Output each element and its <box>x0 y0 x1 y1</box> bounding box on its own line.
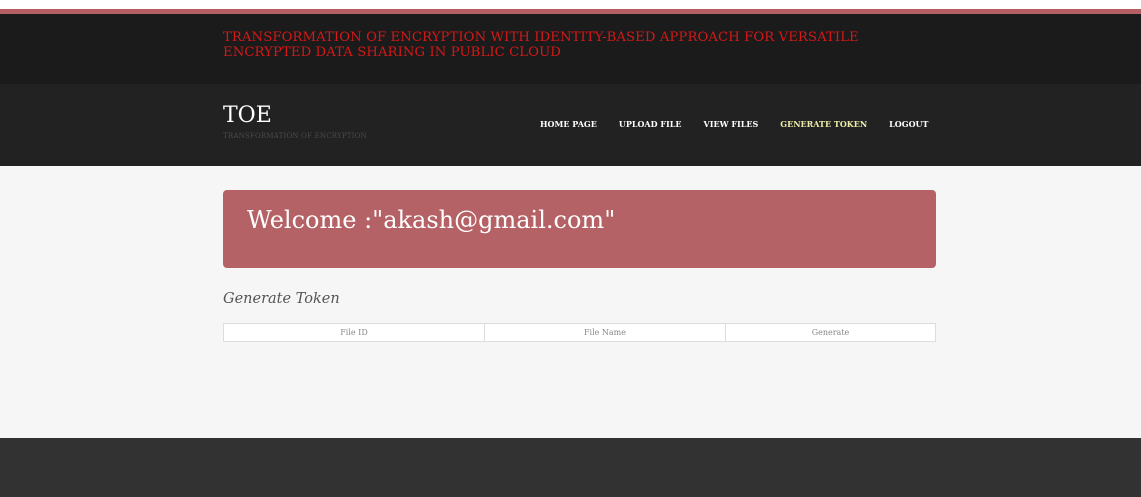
column-header-file-name: File Name <box>484 323 726 342</box>
brand-name[interactable]: TOE <box>223 104 367 128</box>
nav-view-files[interactable]: VIEW FILES <box>704 119 759 129</box>
top-stripe <box>0 0 1141 14</box>
column-header-file-id: File ID <box>223 323 485 342</box>
page-title: Generate Token <box>223 291 340 307</box>
brand: TOE TRANSFORMATION OF ENCRYPTION <box>223 104 367 141</box>
nav-home-page[interactable]: HOME PAGE <box>540 119 597 129</box>
main-nav: HOME PAGE UPLOAD FILE VIEW FILES GENERAT… <box>540 119 928 129</box>
title-banner: TRANSFORMATION OF ENCRYPTION WITH IDENTI… <box>0 14 1141 84</box>
brand-tagline: TRANSFORMATION OF ENCRYPTION <box>223 132 367 140</box>
table-header-row: File ID File Name Generate <box>223 323 936 342</box>
welcome-banner: Welcome :"akash@gmail.com" <box>223 190 936 268</box>
navbar: TOE TRANSFORMATION OF ENCRYPTION HOME PA… <box>0 84 1141 166</box>
project-title: TRANSFORMATION OF ENCRYPTION WITH IDENTI… <box>223 30 859 60</box>
nav-logout[interactable]: LOGOUT <box>889 119 928 129</box>
column-header-generate: Generate <box>725 323 936 342</box>
footer <box>0 438 1141 497</box>
welcome-message: Welcome :"akash@gmail.com" <box>247 206 616 234</box>
nav-generate-token[interactable]: GENERATE TOKEN <box>780 119 867 129</box>
token-table: File ID File Name Generate <box>223 323 936 342</box>
nav-upload-file[interactable]: UPLOAD FILE <box>619 119 682 129</box>
